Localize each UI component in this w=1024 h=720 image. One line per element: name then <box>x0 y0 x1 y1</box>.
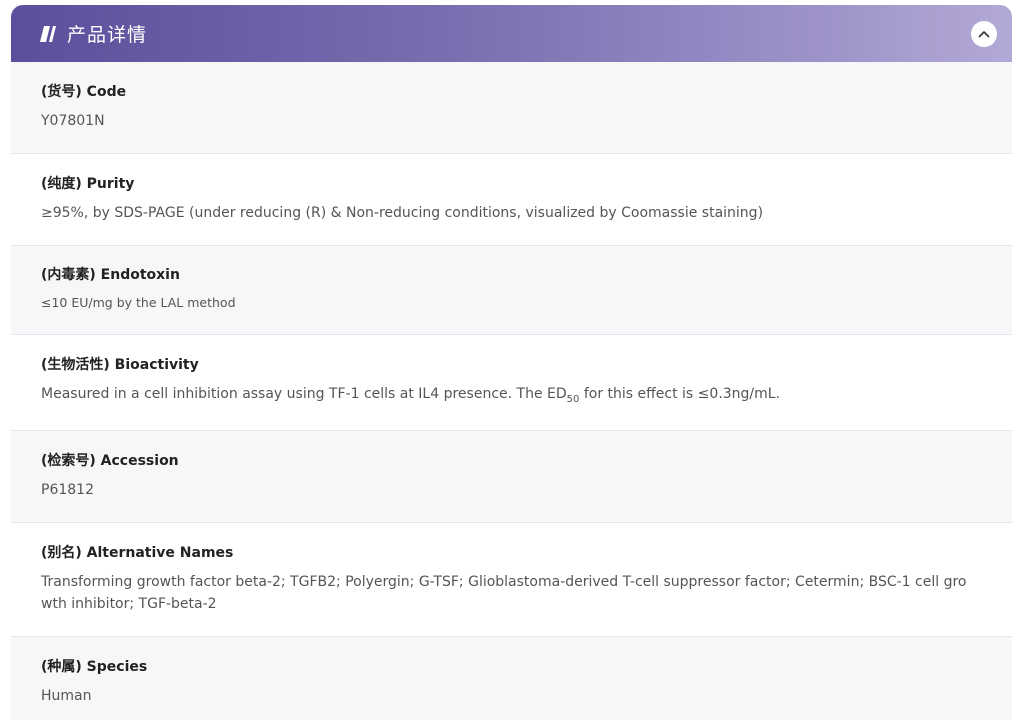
row-value: Measured in a cell inhibition assay usin… <box>41 383 984 411</box>
row-value: Y07801N <box>41 113 105 129</box>
detail-row-alternative-names: (别名) Alternative Names Transforming grow… <box>11 523 1012 637</box>
row-label: (生物活性) Bioactivity <box>41 357 199 373</box>
chevron-up-icon <box>978 25 990 43</box>
row-label: (别名) Alternative Names <box>41 545 234 561</box>
row-value: ≥95%, by SDS-PAGE (under reducing (R) & … <box>41 205 764 221</box>
product-details-panel: 产品详情 (货号) Code Y07801N (纯度) Purity ≥95%,… <box>11 5 1012 720</box>
panel-title: 产品详情 <box>67 24 148 46</box>
row-value: ≤10 EU/mg by the LAL method <box>41 295 236 310</box>
detail-row-code: (货号) Code Y07801N <box>11 62 1012 154</box>
detail-row-accession: (检索号) Accession P61812 <box>11 431 1012 523</box>
row-label: (检索号) Accession <box>41 453 179 469</box>
row-label: (种属) Species <box>41 659 148 675</box>
value-subscript: 50 <box>566 393 580 405</box>
detail-row-species: (种属) Species Human <box>11 637 1012 720</box>
row-label: (货号) Code <box>41 84 127 100</box>
detail-row-endotoxin: (内毒素) Endotoxin ≤10 EU/mg by the LAL met… <box>11 246 1012 335</box>
row-value: P61812 <box>41 482 94 498</box>
row-label: (纯度) Purity <box>41 176 135 192</box>
value-line: wth inhibitor; TGF-beta-2 <box>41 596 217 612</box>
double-slash-icon <box>39 25 61 43</box>
detail-row-bioactivity: (生物活性) Bioactivity Measured in a cell in… <box>11 335 1012 431</box>
row-value: Transforming growth factor beta-2; TGFB2… <box>41 571 984 615</box>
value-text: for this effect is ≤0.3ng/mL. <box>579 386 781 402</box>
row-label: (内毒素) Endotoxin <box>41 267 180 283</box>
value-line: Transforming growth factor beta-2; TGFB2… <box>41 574 967 590</box>
collapse-button[interactable] <box>971 20 997 47</box>
row-value: Human <box>41 688 92 704</box>
detail-row-purity: (纯度) Purity ≥95%, by SDS-PAGE (under red… <box>11 154 1012 246</box>
value-text: Measured in a cell inhibition assay usin… <box>41 386 567 402</box>
panel-header[interactable]: 产品详情 <box>11 5 1012 62</box>
